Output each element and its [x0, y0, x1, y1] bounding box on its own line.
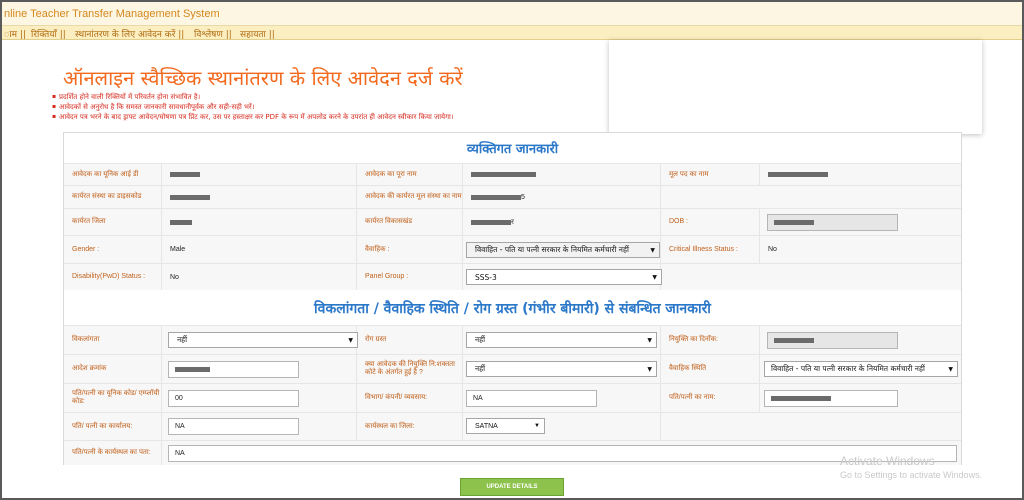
spouse-name-label: पति/पत्नी का नाम: — [669, 394, 716, 401]
application-form: व्यक्तिगत जानकारी आवेदक का यूनिक आई डी आ… — [63, 132, 962, 465]
info-panel — [609, 40, 982, 134]
form-row: Gender : Male वैवाहिक : Critical Illness… — [64, 235, 961, 263]
appointment-date-label: नियुक्ति का दिनाँक: — [669, 336, 718, 343]
district-value — [170, 219, 192, 225]
marital-label: वैवाहिक : — [365, 245, 390, 253]
instruction-item: आवेदकों से अनुरोध है कि समस्त जानकारी सा… — [52, 102, 454, 112]
panel-group-select[interactable]: SSS-3 ▼ — [466, 269, 662, 285]
menu-item-home[interactable]: ाम || — [4, 27, 26, 40]
marital-status-label: वैवाहिक स्थिति — [669, 365, 707, 372]
gender-label: Gender : — [72, 245, 100, 253]
dob-field[interactable] — [767, 214, 898, 231]
school-code-value — [170, 194, 210, 200]
form-row: पति/पत्नी का यूनिक कोड/ एम्प्लॉयी कोड: व… — [64, 383, 961, 412]
marital-select-value: विवाहित - पति या पत्नी सरकार के नियमित क… — [475, 245, 629, 254]
chevron-down-icon: ▼ — [948, 366, 953, 373]
dob-label: DOB : — [669, 218, 689, 225]
form-row: आवेदक का यूनिक आई डी आवेदक का पूरा नाम म… — [64, 163, 961, 185]
menu-item-help[interactable]: सहायता || — [240, 27, 275, 40]
chevron-down-icon: ▼ — [348, 337, 353, 344]
quota-label: क्या आवेदक की नियुक्ति नि:शक्तता कोटे के… — [365, 361, 455, 376]
illness-select[interactable]: नहीं ▼ — [466, 332, 657, 348]
spouse-office-label: पति/ पत्नी का कार्यालय: — [72, 422, 133, 430]
form-row: Disability(PwD) Status : No Panel Group … — [64, 263, 961, 290]
personal-info-heading: व्यक्तिगत जानकारी — [466, 142, 559, 157]
app-title: nline Teacher Transfer Management System — [4, 8, 220, 20]
instruction-item: आवेदन पत्र भरने के बाद ड्राफ्ट आवेदन/घोष… — [52, 112, 454, 122]
instruction-item: प्रदर्शित होने वाली रिक्तियों में परिवर्… — [52, 92, 454, 102]
department-field[interactable]: NA — [466, 390, 597, 407]
illness-select-value: नहीं — [475, 335, 486, 344]
post-label: मूल पद का नाम — [669, 170, 709, 178]
menu-item-apply-transfer[interactable]: स्थानांतरण के लिए आवेदन करें || — [75, 27, 184, 40]
form-row: कार्यरत संस्था का डाइसकोड आवेदक की कार्य… — [64, 185, 961, 208]
quota-select-value: नहीं — [475, 364, 486, 373]
quota-select[interactable]: नहीं ▼ — [466, 361, 657, 377]
school-name-label: आवेदक की कार्यरत मूल संस्था का नाम — [365, 193, 462, 200]
disability-value: No — [170, 273, 179, 281]
marital-status-select[interactable]: विवाहित - पति या पत्नी सरकार के नियमित क… — [764, 361, 958, 377]
marital-select[interactable]: विवाहित - पति या पत्नी सरकार के नियमित क… — [466, 242, 660, 258]
workplace-district-select-value: SATNA — [475, 422, 498, 430]
instructions-list: प्रदर्शित होने वाली रिक्तियों में परिवर्… — [52, 92, 454, 122]
menu-item-analysis[interactable]: विश्लेषण || — [194, 27, 232, 40]
workplace-district-select[interactable]: SATNA ▼ — [466, 418, 545, 434]
full-name-value — [471, 172, 536, 177]
block-value — [471, 219, 511, 225]
menu-item-vacancies[interactable]: रिक्तियाँ || — [31, 27, 66, 40]
menu-bar: ाम || रिक्तियाँ || स्थानांतरण के लिए आवे… — [2, 26, 1022, 40]
form-row: विकलांगता रोग ग्रस्त नियुक्ति का दिनाँक:… — [64, 325, 961, 354]
disability2-label: विकलांगता — [72, 336, 100, 343]
form-row: पति/ पत्नी का कार्यालय: कार्यस्थल का जिल… — [64, 412, 961, 440]
school-code-label: कार्यरत संस्था का डाइसकोड — [72, 193, 142, 200]
block-suffix: र — [511, 218, 514, 226]
district-label: कार्यरत जिला — [72, 218, 106, 225]
department-label: विभाग/ कंपनी/ व्यवसाय: — [365, 394, 428, 401]
form-row: आदेश क्रमांक क्या आवेदक की नियुक्ति नि:श… — [64, 354, 961, 383]
spouse-name-field[interactable] — [764, 390, 898, 407]
critical-illness-label: Critical Illness Status : — [669, 245, 738, 253]
panel-group-select-value: SSS-3 — [475, 272, 497, 282]
workplace-address-field[interactable]: NA — [168, 445, 957, 462]
title-bar: nline Teacher Transfer Management System — [2, 2, 1022, 26]
appointment-date-field[interactable] — [767, 332, 898, 349]
page-title: ऑनलाइन स्वैच्छिक स्थानांतरण के लिए आवेदन… — [63, 66, 463, 90]
disability-select-value: नहीं — [177, 335, 188, 344]
illness-label: रोग ग्रस्त — [365, 336, 387, 343]
spouse-code-label: पति/पत्नी का यूनिक कोड/ एम्प्लॉयी कोड: — [72, 390, 160, 405]
order-no-field[interactable] — [168, 361, 299, 378]
disability-select[interactable]: नहीं ▼ — [168, 332, 358, 348]
panel-group-label: Panel Group : — [365, 273, 409, 280]
chevron-down-icon: ▼ — [534, 423, 540, 429]
chevron-down-icon: ▼ — [647, 366, 652, 373]
school-name-suffix: 5 — [521, 193, 525, 201]
disability-label: Disability(PwD) Status : — [72, 273, 146, 280]
update-details-button[interactable]: UPDATE DETAILS — [460, 478, 564, 496]
full-name-label: आवेदक का पूरा नाम — [365, 170, 417, 178]
chevron-down-icon: ▼ — [647, 337, 652, 344]
school-name-value — [471, 194, 521, 200]
order-no-label: आदेश क्रमांक — [72, 365, 107, 372]
form-row: पति/पत्नी के कार्यस्थल का पता: NA — [64, 440, 961, 465]
workplace-address-label: पति/पत्नी के कार्यस्थल का पता: — [72, 449, 151, 456]
chevron-down-icon: ▼ — [650, 247, 655, 254]
gender-value: Male — [170, 246, 186, 253]
related-info-heading: विकलांगता / वैवाहिक स्थिति / रोग ग्रस्त … — [314, 301, 711, 317]
post-value — [768, 172, 828, 177]
critical-illness-value: No — [768, 246, 777, 253]
unique-id-value — [170, 172, 200, 177]
activation-watermark-text: Go to Settings to activate Windows. — [840, 470, 983, 480]
activation-watermark-title: Activate Windows — [840, 454, 935, 468]
marital-status-select-value: विवाहित - पति या पत्नी सरकार के नियमित क… — [771, 364, 925, 373]
spouse-code-field[interactable]: 00 — [168, 390, 299, 407]
spouse-office-field[interactable]: NA — [168, 418, 299, 435]
form-row: कार्यरत जिला कार्यरत विकासखंड र DOB : — [64, 208, 961, 235]
unique-id-label: आवेदक का यूनिक आई डी — [72, 170, 139, 178]
workplace-district-label: कार्यस्थल का जिला: — [365, 422, 415, 430]
block-label: कार्यरत विकासखंड — [365, 218, 413, 225]
chevron-down-icon: ▼ — [652, 274, 657, 281]
